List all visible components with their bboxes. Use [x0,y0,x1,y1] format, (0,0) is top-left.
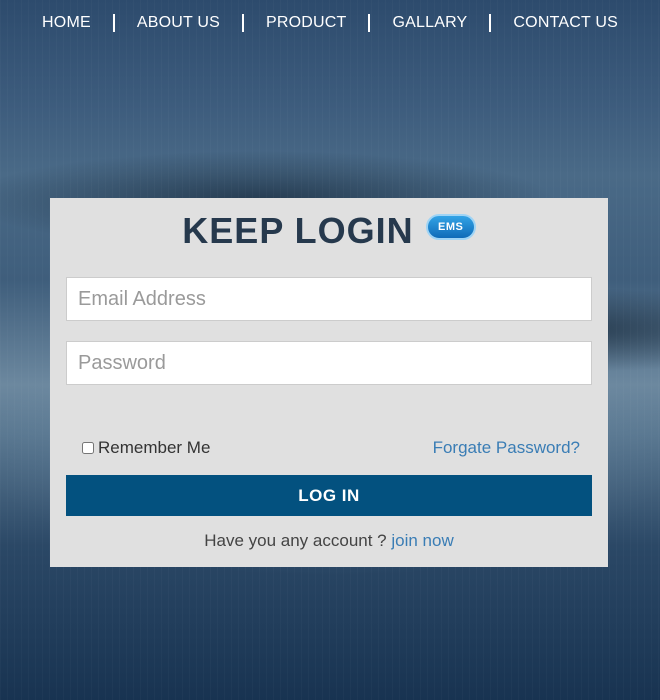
nav-divider [489,14,492,32]
nav-divider [368,14,371,32]
remember-me-checkbox[interactable] [82,442,94,454]
forgot-password-link[interactable]: Forgate Password? [433,438,580,458]
nav-contact-link[interactable]: CONTACT US [513,14,618,32]
nav-divider [112,14,115,32]
remember-me-label: Remember Me [98,438,211,457]
nav-about-link[interactable]: ABOUT US [137,14,220,32]
nav-home-link[interactable]: HOME [42,14,91,32]
email-field[interactable] [66,277,592,321]
panel-header: KEEP LOGIN EMS [50,210,608,252]
ems-logo: EMS [425,214,476,240]
login-panel: KEEP LOGIN EMS Remember Me Forgate Passw… [50,198,608,567]
nav-product-link[interactable]: PRODUCT [266,14,347,32]
signup-prompt-text: Have you any account ? [204,531,387,550]
join-now-link[interactable]: join now [391,531,453,550]
top-navigation: HOME ABOUT US PRODUCT GALLARY CONTACT US [0,0,660,46]
remember-me[interactable]: Remember Me [82,438,210,458]
nav-divider [241,14,244,32]
ems-logo-text: EMS [438,221,464,233]
signup-prompt: Have you any account ? join now [50,531,608,551]
nav-gallery-link[interactable]: GALLARY [392,14,467,32]
login-button[interactable]: LOG IN [66,475,592,516]
password-field[interactable] [66,341,592,385]
login-title: KEEP LOGIN [182,210,414,251]
